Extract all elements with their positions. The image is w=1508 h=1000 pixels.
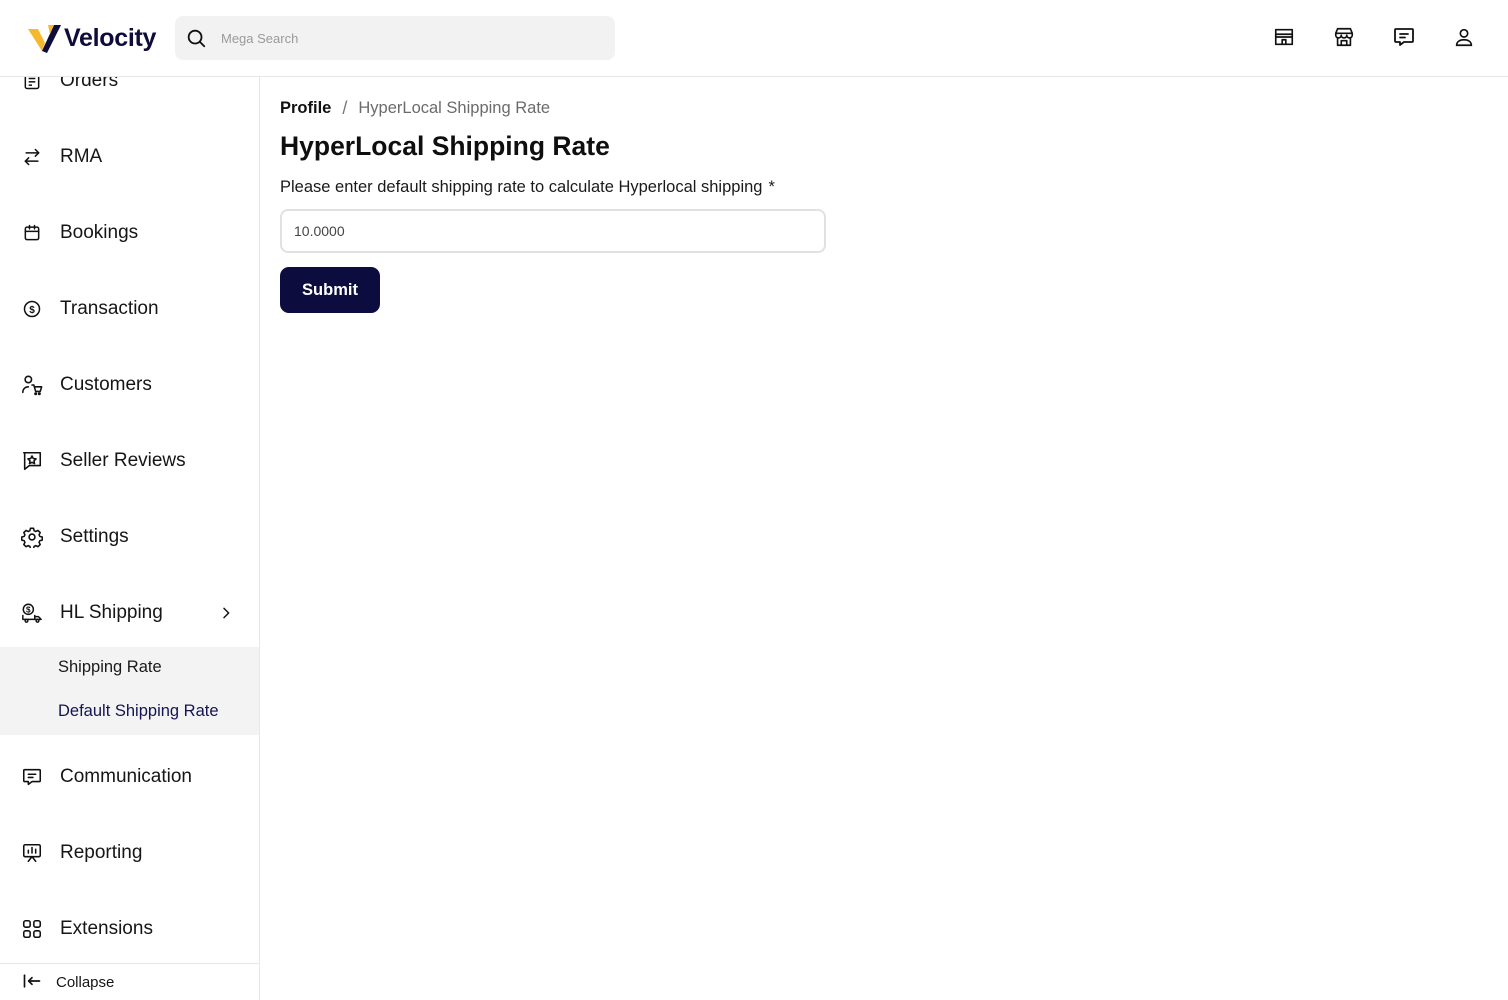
sidebar-item-label: Communication <box>60 766 192 787</box>
sidebar-item-transaction[interactable]: $ Transaction <box>0 289 259 329</box>
velocity-logo[interactable]: Velocity <box>28 22 156 54</box>
svg-text:$: $ <box>29 305 35 316</box>
sidebar-item-communication[interactable]: Communication <box>0 757 259 797</box>
sidebar-item-label: Bookings <box>60 222 139 243</box>
mega-search-box[interactable] <box>175 16 615 60</box>
customers-cart-icon <box>21 374 43 396</box>
sidebar-item-orders[interactable]: Orders <box>0 77 259 101</box>
sidebar-item-label: Extensions <box>60 918 153 939</box>
sidebar-item-rma[interactable]: RMA <box>0 137 259 177</box>
search-icon <box>187 29 206 48</box>
velocity-logo-mark-icon <box>28 25 61 53</box>
hl-shipping-submenu: Shipping Rate Default Shipping Rate <box>0 647 259 735</box>
svg-text:$: $ <box>26 606 31 615</box>
collapse-label: Collapse <box>56 973 115 991</box>
shipping-rate-label: Please enter default shipping rate to ca… <box>280 178 775 197</box>
sidebar-item-label: Seller Reviews <box>60 450 186 471</box>
sidebar-item-label: Settings <box>60 526 129 547</box>
required-asterisk: * <box>768 178 775 196</box>
shipping-rate-label-text: Please enter default shipping rate to ca… <box>280 178 763 196</box>
sidebar-item-label: RMA <box>60 146 103 167</box>
logo-text: Velocity <box>64 23 157 52</box>
default-shipping-rate-input[interactable] <box>280 209 826 253</box>
presentation-chart-icon <box>21 842 43 864</box>
breadcrumb-separator: / <box>342 98 348 118</box>
user-icon[interactable] <box>1452 25 1476 49</box>
breadcrumb: Profile / HyperLocal Shipping Rate <box>280 98 550 119</box>
sidebar-item-label: Reporting <box>60 842 143 863</box>
search-input[interactable] <box>221 30 581 46</box>
collapse-sidebar-button[interactable]: Collapse <box>0 963 259 1000</box>
calendar-icon <box>21 222 43 244</box>
sidebar-item-reporting[interactable]: Reporting <box>0 833 259 873</box>
sidebar-item-customers[interactable]: Customers <box>0 365 259 405</box>
sidebar-item-settings[interactable]: Settings <box>0 517 259 557</box>
sidebar-item-extensions[interactable]: Extensions <box>0 909 259 949</box>
gear-icon <box>21 526 43 548</box>
collapse-arrow-icon <box>22 972 42 995</box>
chevron-right-icon <box>216 603 236 623</box>
page-title: HyperLocal Shipping Rate <box>280 131 610 161</box>
sidebar-item-label: Orders <box>60 77 119 91</box>
delivery-truck-icon: $ <box>21 602 43 624</box>
breadcrumb-current: HyperLocal Shipping Rate <box>358 99 551 117</box>
review-star-icon <box>21 450 43 472</box>
sidebar-item-bookings[interactable]: Bookings <box>0 213 259 253</box>
chat-icon[interactable] <box>1392 25 1416 49</box>
breadcrumb-profile-link[interactable]: Profile <box>280 99 331 118</box>
orders-icon <box>21 77 43 92</box>
sidebar-item-label: Customers <box>60 374 152 395</box>
submenu-item-default-shipping-rate[interactable]: Default Shipping Rate <box>58 702 219 721</box>
submit-button[interactable]: Submit <box>280 267 380 313</box>
sidebar-item-seller-reviews[interactable]: Seller Reviews <box>0 441 259 481</box>
arrows-exchange-icon <box>21 146 43 168</box>
sidebar-item-label: Transaction <box>60 298 159 319</box>
submenu-item-shipping-rate[interactable]: Shipping Rate <box>58 658 162 677</box>
sidebar-nav: Orders RMA Bookings $ Transaction Custom… <box>0 77 260 1000</box>
sidebar-item-label: HL Shipping <box>60 602 163 623</box>
chat-icon <box>21 766 43 788</box>
store-icon[interactable] <box>1332 25 1356 49</box>
storefront-icon[interactable] <box>1272 25 1296 49</box>
sidebar-item-hl-shipping[interactable]: $ HL Shipping <box>0 593 259 633</box>
top-header: Velocity <box>0 0 1508 77</box>
dollar-circle-icon: $ <box>21 298 43 320</box>
grid-apps-icon <box>21 918 43 940</box>
